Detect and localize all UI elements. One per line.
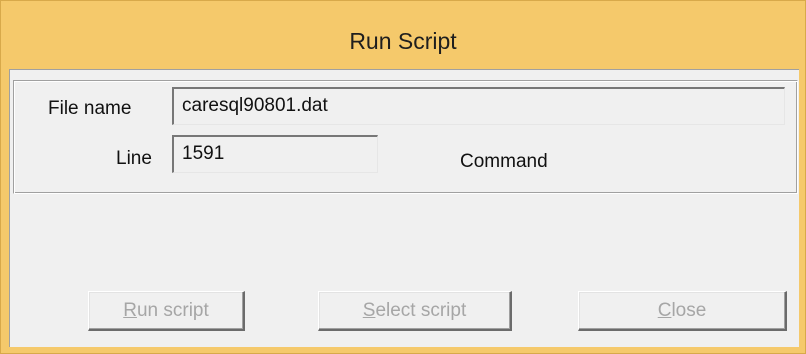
dialog-title: Run Script <box>349 28 457 54</box>
command-label: Command <box>460 151 548 172</box>
run-script-dialog: Run Script File name caresql90801.dat Li… <box>0 0 806 354</box>
title-bar[interactable]: Run Script <box>1 1 805 69</box>
script-info-group: File name caresql90801.dat Line 1591 Com… <box>13 80 798 194</box>
line-field[interactable]: 1591 <box>172 135 378 173</box>
run-script-button[interactable]: Run script <box>88 291 245 331</box>
dialog-client-area: File name caresql90801.dat Line 1591 Com… <box>9 69 799 347</box>
close-button[interactable]: Close <box>578 291 787 331</box>
file-name-field[interactable]: caresql90801.dat <box>172 87 785 125</box>
line-label: Line <box>116 148 152 169</box>
select-script-button[interactable]: Select script <box>318 291 512 331</box>
file-name-label: File name <box>48 98 132 119</box>
